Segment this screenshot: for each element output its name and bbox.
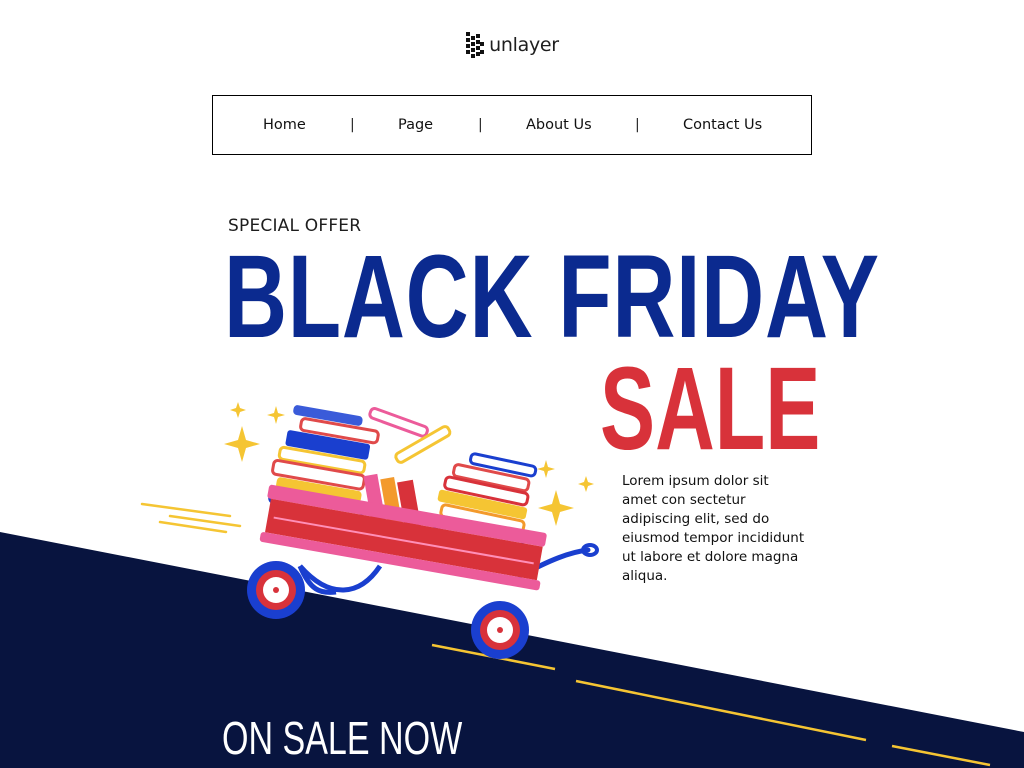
logo-text: unlayer (489, 34, 559, 56)
nav-separator: | (635, 117, 640, 133)
on-sale-heading: ON SALE NOW (222, 712, 463, 764)
top-navigation: Home | Page | About Us | Contact Us (212, 95, 812, 155)
brand-logo[interactable]: unlayer (0, 30, 1024, 60)
unlayer-logo-icon (466, 32, 485, 58)
nav-item-about-us[interactable]: About Us (526, 96, 592, 154)
nav-item-page[interactable]: Page (398, 96, 433, 154)
nav-item-contact-us[interactable]: Contact Us (683, 96, 762, 154)
nav-separator: | (350, 117, 355, 133)
email-template-page: unlayer Home | Page | About Us | Contact… (0, 0, 1024, 768)
nav-separator: | (478, 117, 483, 133)
hero-body-text: Lorem ipsum dolor sit amet con sectetur … (622, 473, 805, 584)
hero-headline: BLACK FRIDAY (224, 231, 880, 363)
wagon-with-books-icon (140, 402, 599, 659)
nav-item-home[interactable]: Home (263, 96, 306, 154)
hero-headline-accent: SALE (600, 343, 821, 475)
